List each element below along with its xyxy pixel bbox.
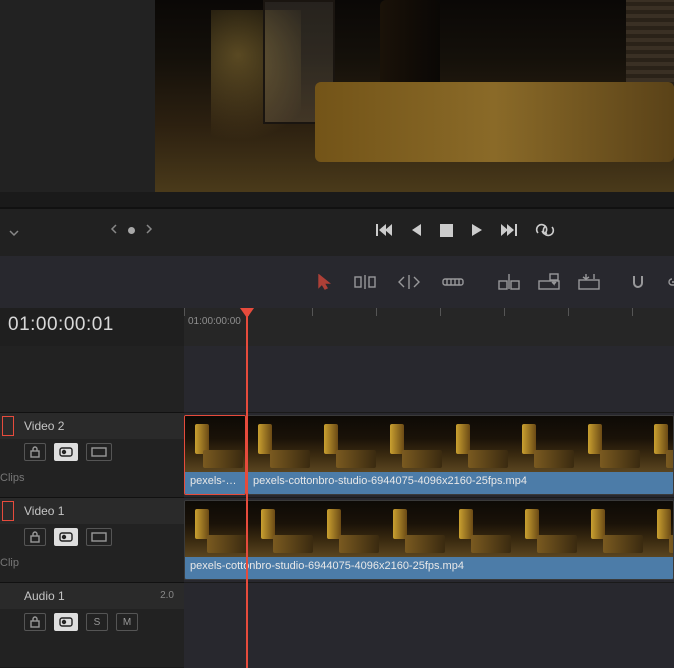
go-to-end-button[interactable] [501,223,517,237]
track-subtitle: Clips [0,465,184,491]
playhead[interactable] [246,308,248,668]
insert-clip-button[interactable] [498,273,520,291]
clip-label: pexels-c... [185,472,245,495]
track-name: Audio 1 [24,589,65,603]
link-toggle[interactable] [666,274,674,290]
clip-v1[interactable]: pexels-cottonbro-studio-6944075-4096x216… [184,500,674,580]
lock-toggle[interactable] [24,613,46,631]
track-lane-audio-1[interactable] [184,582,674,668]
selection-tool[interactable] [318,274,332,290]
auto-select-toggle[interactable] [54,528,78,546]
preview-image [155,0,674,192]
track-name: Video 1 [24,498,64,524]
track-audio-1: Audio 1 2.0 S M [0,582,674,667]
replace-clip-button[interactable] [578,273,600,291]
auto-select-toggle[interactable] [54,443,78,461]
clip-v2-a[interactable]: pexels-c... [184,415,246,495]
overwrite-clip-button[interactable] [538,273,560,291]
track-header-video-1[interactable]: Video 1 Clip [0,497,184,582]
channel-config[interactable]: 2.0 [160,583,174,609]
visibility-toggle[interactable] [86,528,112,546]
ruler-time-label: 01:00:00:00 [188,316,241,327]
timeline-header: 01:00:00:01 01:00:00:00 [0,308,674,346]
blade-tool[interactable] [442,275,464,289]
viewer-panel [0,0,674,207]
timeline-ruler[interactable]: 01:00:00:00 [184,308,674,346]
track-select-indicator[interactable] [2,501,14,521]
stop-button[interactable] [440,224,453,237]
page-indicator[interactable] [128,227,135,234]
dynamic-trim-tool[interactable] [398,274,420,290]
track-header-audio-1[interactable]: Audio 1 2.0 S M [0,582,184,667]
page-prev[interactable] [109,223,119,238]
lock-toggle[interactable] [24,443,46,461]
track-subtitle: Clip [0,550,184,576]
current-timecode[interactable]: 01:00:00:01 [8,314,114,336]
track-name: Video 2 [24,413,64,439]
track-header-video-2[interactable]: Video 2 Clips [0,412,184,497]
trim-tool[interactable] [354,274,376,290]
timeline-spacer [0,346,674,412]
track-video-1: Video 1 Clip pexels-cottonbro-studio-694… [0,497,674,582]
viewer-frame[interactable] [155,0,674,192]
visibility-toggle[interactable] [86,443,112,461]
transport-toolbar [0,209,674,256]
auto-select-toggle[interactable] [54,613,78,631]
play-button[interactable] [471,223,483,237]
solo-toggle[interactable]: S [86,613,108,631]
mute-toggle[interactable]: M [116,613,138,631]
track-select-indicator[interactable] [2,416,14,436]
options-dropdown[interactable] [4,223,24,243]
lock-toggle[interactable] [24,528,46,546]
track-lane-video-1[interactable]: pexels-cottonbro-studio-6944075-4096x216… [184,497,674,583]
track-video-2: Video 2 Clips pexels-c... pexels-cottonb… [0,412,674,497]
timeline-tools [0,256,674,308]
clip-label: pexels-cottonbro-studio-6944075-4096x216… [248,472,673,495]
page-next[interactable] [144,223,154,238]
loop-button[interactable] [535,223,555,237]
go-to-start-button[interactable] [376,223,392,237]
track-lane-video-2[interactable]: pexels-c... pexels-cottonbro-studio-6944… [184,412,674,498]
page-nav [109,223,154,238]
step-back-button[interactable] [410,223,422,237]
clip-label: pexels-cottonbro-studio-6944075-4096x216… [185,557,673,580]
snap-toggle[interactable] [630,274,646,290]
clip-v2-b[interactable]: pexels-cottonbro-studio-6944075-4096x216… [247,415,674,495]
viewer-left-panel [0,0,155,192]
